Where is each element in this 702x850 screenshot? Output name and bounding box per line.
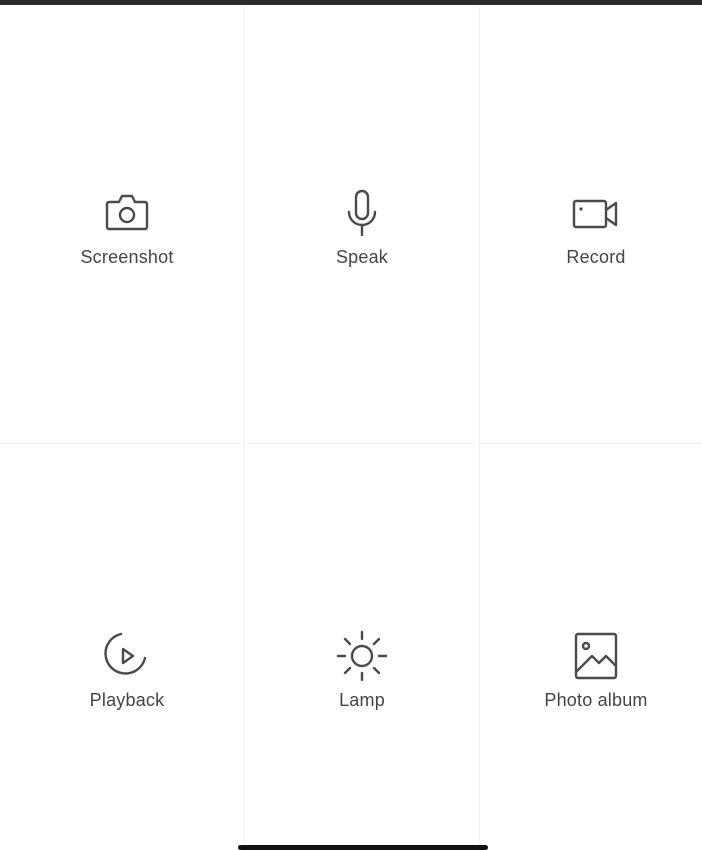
lamp-button[interactable]: Lamp	[245, 628, 479, 711]
record-label: Record	[566, 247, 626, 267]
image-icon	[568, 628, 624, 684]
speak-button[interactable]: Speak	[245, 185, 479, 268]
playback-icon	[99, 628, 155, 684]
speak-label: Speak	[335, 247, 389, 267]
column-divider	[479, 5, 480, 850]
screenshot-button[interactable]: Screenshot	[10, 185, 244, 268]
row-divider	[0, 443, 702, 444]
photo-album-button[interactable]: Photo album	[479, 628, 702, 711]
camera-icon	[99, 185, 155, 241]
lamp-label: Lamp	[339, 690, 385, 710]
microphone-icon	[334, 185, 390, 241]
column-divider	[244, 5, 245, 850]
sun-icon	[334, 628, 390, 684]
playback-label: Playback	[89, 690, 165, 710]
playback-button[interactable]: Playback	[10, 628, 244, 711]
home-indicator[interactable]	[238, 845, 488, 850]
video-camera-icon	[568, 185, 624, 241]
screenshot-label: Screenshot	[80, 247, 174, 267]
record-button[interactable]: Record	[479, 185, 702, 268]
action-grid: Screenshot Speak Record Playback Lamp Ph…	[0, 5, 702, 850]
photo-album-label: Photo album	[544, 690, 648, 710]
